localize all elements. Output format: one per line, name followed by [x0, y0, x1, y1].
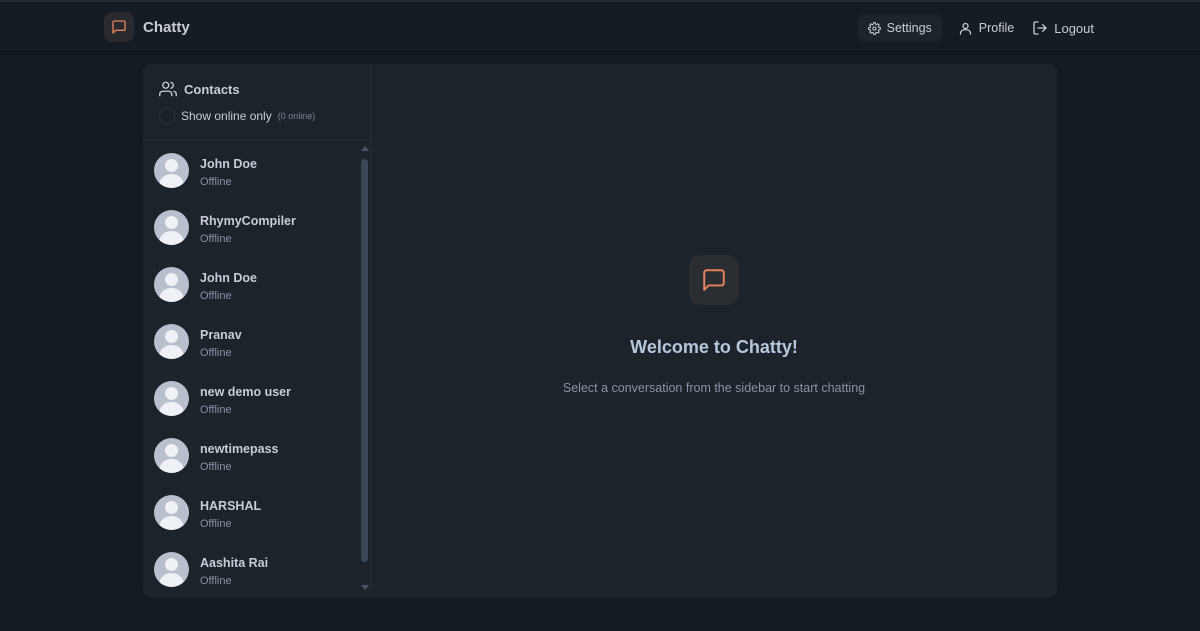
- no-chat-selected: Welcome to Chatty! Select a conversation…: [371, 64, 1057, 598]
- sidebar-header: Contacts Show online only (0 online): [143, 64, 370, 141]
- contact-status: Offline: [200, 461, 232, 473]
- contact-status: Offline: [200, 290, 232, 302]
- contact-name: John Doe: [200, 157, 257, 171]
- contact-status: Offline: [200, 518, 232, 530]
- chat-container: Contacts Show online only (0 online) Joh…: [143, 64, 1057, 598]
- profile-button[interactable]: Profile: [956, 14, 1016, 42]
- contact-item[interactable]: new demo user Offline: [143, 370, 359, 427]
- contact-name: Pranav: [200, 328, 242, 342]
- logout-button[interactable]: Logout: [1030, 14, 1096, 42]
- avatar: [154, 381, 189, 416]
- chat-bubble-icon: [689, 255, 739, 305]
- avatar: [154, 438, 189, 473]
- contact-name: John Doe: [200, 271, 257, 285]
- brand-link[interactable]: Chatty: [104, 12, 190, 42]
- contact-status: Offline: [200, 575, 232, 587]
- user-icon: [959, 22, 971, 35]
- profile-label: Profile: [978, 21, 1015, 35]
- contact-item[interactable]: John Doe Offline: [143, 256, 359, 313]
- online-count: (0 online): [277, 111, 316, 121]
- welcome-subtitle: Select a conversation from the sidebar t…: [562, 381, 866, 395]
- contact-item[interactable]: RhymyCompiler Offline: [143, 199, 359, 256]
- contact-name: new demo user: [200, 385, 291, 399]
- contact-item[interactable]: Aashita Rai Offline: [143, 541, 359, 598]
- contact-status: Offline: [200, 176, 232, 188]
- contacts-title: Contacts: [184, 81, 240, 97]
- navbar: Chatty Settings Profile Logout: [0, 0, 1200, 52]
- contact-item[interactable]: Pranav Offline: [143, 313, 359, 370]
- contact-list: John Doe Offline RhymyCompiler Offline J…: [143, 142, 359, 598]
- users-icon: [159, 81, 177, 97]
- scroll-up-arrow[interactable]: [361, 146, 369, 151]
- avatar: [154, 210, 189, 245]
- show-online-checkbox[interactable]: [159, 108, 175, 124]
- contact-name: RhymyCompiler: [200, 214, 296, 228]
- avatar: [154, 324, 189, 359]
- welcome-title: Welcome to Chatty!: [630, 337, 798, 357]
- contacts-heading: Contacts: [159, 80, 240, 98]
- contact-item[interactable]: HARSHAL Offline: [143, 484, 359, 541]
- gear-icon: [867, 21, 881, 35]
- logout-icon: [1033, 21, 1047, 35]
- chat-bubble-icon: [104, 12, 134, 42]
- contact-list-scrollbar[interactable]: [360, 144, 370, 592]
- logout-label: Logout: [1054, 20, 1094, 36]
- settings-label: Settings: [886, 21, 932, 35]
- avatar: [154, 552, 189, 587]
- avatar: [154, 267, 189, 302]
- brand-name: Chatty: [143, 18, 190, 36]
- contact-status: Offline: [200, 347, 232, 359]
- contacts-sidebar: Contacts Show online only (0 online) Joh…: [143, 64, 371, 598]
- settings-button[interactable]: Settings: [857, 14, 942, 42]
- show-online-toggle[interactable]: Show online only (0 online): [159, 108, 315, 124]
- show-online-label: Show online only: [181, 109, 272, 123]
- avatar: [154, 495, 189, 530]
- contact-name: Aashita Rai: [200, 556, 269, 570]
- contact-item[interactable]: newtimepass Offline: [143, 427, 359, 484]
- contact-status: Offline: [200, 233, 232, 245]
- contact-status: Offline: [200, 404, 232, 416]
- scroll-down-arrow[interactable]: [361, 585, 369, 590]
- contact-name: HARSHAL: [200, 499, 262, 513]
- avatar: [154, 153, 189, 188]
- contact-item[interactable]: John Doe Offline: [143, 142, 359, 199]
- scroll-thumb[interactable]: [361, 159, 368, 562]
- contact-name: newtimepass: [200, 442, 279, 456]
- nav-actions: Settings Profile Logout: [857, 14, 1096, 42]
